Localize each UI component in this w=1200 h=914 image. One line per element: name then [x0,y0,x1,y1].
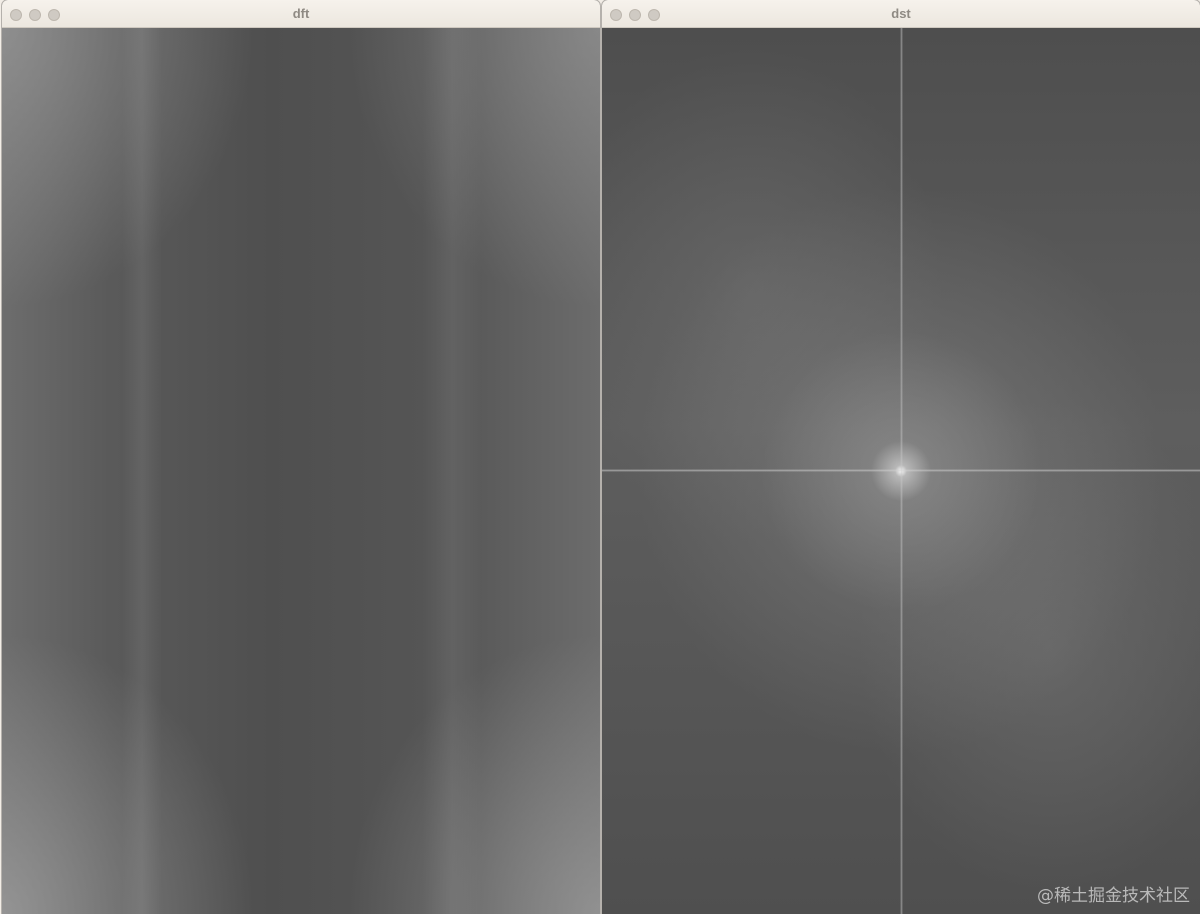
window-title: dft [292,6,310,21]
close-button[interactable] [610,9,622,21]
dft-streak [422,28,482,914]
dft-image-area [2,28,600,914]
dst-window[interactable]: dst @稀土掘金技术社区 [602,0,1200,914]
dst-image-area: @稀土掘金技术社区 [602,28,1200,914]
dft-traffic-lights [10,9,60,21]
close-button[interactable] [10,9,22,21]
dft-window[interactable]: dft [2,0,600,914]
dft-titlebar[interactable]: dft [2,0,600,28]
spectrum-horizontal-line [602,469,1200,472]
zoom-button[interactable] [648,9,660,21]
watermark: @稀土掘金技术社区 [1037,886,1190,906]
dst-traffic-lights [610,9,660,21]
dft-streak [122,28,162,914]
dft-magnitude-image [2,28,600,914]
desktop: dft dst @稀土掘金技术社区 [0,0,1200,914]
zoom-button[interactable] [48,9,60,21]
dst-titlebar[interactable]: dst [602,0,1200,28]
minimize-button[interactable] [29,9,41,21]
window-title: dst [891,6,911,21]
minimize-button[interactable] [629,9,641,21]
